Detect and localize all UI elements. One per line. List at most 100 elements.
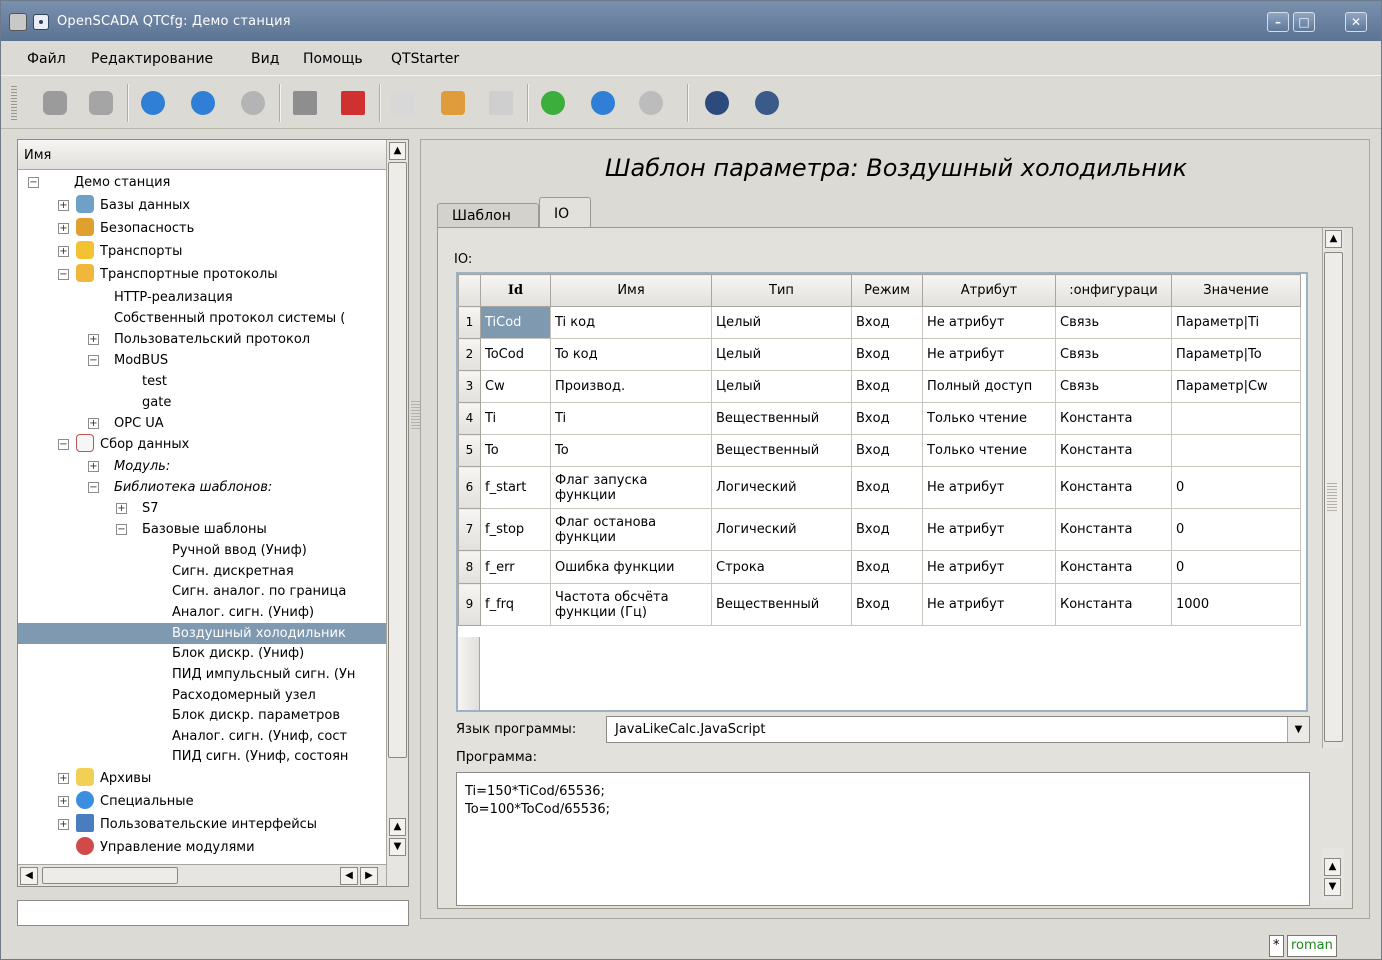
cell-type[interactable]: Вещественный	[711, 583, 852, 626]
db-load-icon[interactable]	[39, 87, 71, 119]
cell-name[interactable]: Флаг останова функции	[550, 508, 712, 551]
expand-icon[interactable]: +	[58, 246, 69, 257]
tree-item[interactable]: + S7	[116, 498, 159, 519]
code-vertical-scrollbar[interactable]: ▲ ▼	[1322, 848, 1344, 900]
table-row[interactable]: 8 f_err Ошибка функции Строка Вход Не атрибут…	[458, 550, 1301, 584]
row-number[interactable]: 4	[458, 402, 481, 435]
table-row[interactable]: 2 ToCod To код Целый Вход Не атрибут Связь Пара…	[458, 338, 1301, 371]
column-header-id[interactable]: Id	[480, 274, 551, 307]
tree-item[interactable]: − Библиотека шаблонов:	[88, 477, 272, 498]
refresh-icon[interactable]	[537, 87, 569, 119]
io-table[interactable]: Id Имя Тип Режим Атрибут :онфигураци Зна…	[456, 272, 1308, 712]
tree-item[interactable]: − Транспортные протоколы	[58, 264, 278, 285]
tree-item[interactable]: Блок дискр. (Униф)	[172, 643, 304, 664]
row-number[interactable]: 1	[458, 306, 481, 339]
delete-item-icon[interactable]	[337, 87, 369, 119]
cell-attribute[interactable]: Не атрибут	[922, 306, 1056, 339]
cell-name[interactable]: Ti код	[550, 306, 712, 339]
table-row[interactable]: 4 Ti Ti Вещественный Вход Только чтение Конста…	[458, 402, 1301, 435]
add-item-icon[interactable]	[289, 87, 321, 119]
cell-id[interactable]: ToCod	[480, 338, 551, 371]
cell-configuration[interactable]: Константа	[1055, 466, 1172, 509]
collapse-icon[interactable]: −	[88, 482, 99, 493]
tree-item[interactable]: − Сбор данных	[58, 434, 189, 455]
tree-item[interactable]: Аналог. сигн. (Униф)	[172, 602, 314, 623]
tree-item[interactable]: + Базы данных	[58, 195, 190, 216]
expand-icon[interactable]: +	[88, 418, 99, 429]
expand-icon[interactable]: +	[58, 773, 69, 784]
menu-edit[interactable]: Редактирование	[91, 51, 213, 67]
cell-value[interactable]: 1000	[1171, 583, 1301, 626]
tree-item[interactable]: Собственный протокол системы (	[114, 308, 345, 329]
cell-configuration[interactable]: Связь	[1055, 306, 1172, 339]
scroll-left-icon[interactable]: ◀	[340, 867, 358, 885]
column-header-attribute[interactable]: Атрибут	[922, 274, 1056, 307]
tree-item[interactable]: Аналог. сигн. (Униф, сост	[172, 726, 347, 747]
scroll-right-icon[interactable]: ▶	[360, 867, 378, 885]
tab-template[interactable]: Шаблон	[437, 203, 539, 228]
cell-id[interactable]: To	[480, 434, 551, 467]
qtstarter-icon[interactable]	[701, 87, 733, 119]
cell-id[interactable]: f_start	[480, 466, 551, 509]
cell-mode[interactable]: Вход	[851, 370, 923, 403]
tree-item[interactable]: + OPC UA	[88, 413, 164, 434]
cell-configuration[interactable]: Константа	[1055, 402, 1172, 435]
row-number[interactable]: 9	[458, 583, 481, 626]
tree-item[interactable]: ПИД импульсный сигн. (Ун	[172, 664, 355, 685]
collapse-icon[interactable]: −	[88, 355, 99, 366]
navigation-tree[interactable]: Имя − Демо станция + Базы данных + Безопасн…	[17, 139, 409, 887]
cell-mode[interactable]: Вход	[851, 338, 923, 371]
table-row[interactable]: 1 TiCod Ti код Целый Вход Не атрибут Связь Пара…	[458, 306, 1301, 339]
tree-item[interactable]: HTTP-реализация	[114, 287, 233, 308]
cell-id[interactable]: TiCod	[480, 306, 551, 339]
tree-item[interactable]: Управление модулями	[58, 837, 255, 858]
cell-id[interactable]: f_stop	[480, 508, 551, 551]
cell-attribute[interactable]: Только чтение	[922, 402, 1056, 435]
cell-configuration[interactable]: Константа	[1055, 508, 1172, 551]
tree-item[interactable]: − ModBUS	[88, 350, 168, 371]
table-row[interactable]: 5 To To Вещественный Вход Только чтение Конста…	[458, 434, 1301, 467]
cell-name[interactable]: Ошибка функции	[550, 550, 712, 584]
cell-type[interactable]: Целый	[711, 370, 852, 403]
cell-mode[interactable]: Вход	[851, 583, 923, 626]
cell-id[interactable]: f_frq	[480, 583, 551, 626]
collapse-icon[interactable]: −	[116, 524, 127, 535]
cell-mode[interactable]: Вход	[851, 306, 923, 339]
cell-id[interactable]: Cw	[480, 370, 551, 403]
cell-mode[interactable]: Вход	[851, 402, 923, 435]
splitter-handle[interactable]	[1327, 483, 1337, 513]
copy-icon[interactable]	[387, 87, 419, 119]
cell-name[interactable]: To код	[550, 338, 712, 371]
table-row[interactable]: 6 f_start Флаг запуска функции Логический Вх…	[458, 466, 1301, 509]
cell-type[interactable]: Логический	[711, 466, 852, 509]
expand-icon[interactable]: +	[58, 223, 69, 234]
start-icon[interactable]	[587, 87, 619, 119]
maximize-button[interactable]: □	[1293, 12, 1315, 32]
cell-type[interactable]: Вещественный	[711, 434, 852, 467]
scrollbar-thumb[interactable]	[42, 867, 178, 884]
cell-configuration[interactable]: Константа	[1055, 434, 1172, 467]
scroll-up-icon[interactable]: ▲	[389, 818, 406, 836]
table-row[interactable]: 9 f_frq Частота обсчёта функции (Гц) Вещест…	[458, 583, 1301, 626]
cell-configuration[interactable]: Связь	[1055, 338, 1172, 371]
cell-attribute[interactable]: Только чтение	[922, 434, 1056, 467]
cell-attribute[interactable]: Полный доступ	[922, 370, 1056, 403]
paste-icon[interactable]	[485, 87, 517, 119]
expand-icon[interactable]: +	[88, 461, 99, 472]
row-number[interactable]: 8	[458, 550, 481, 584]
table-row[interactable]: 3 Cw Производ. Целый Вход Полный доступ Связь П…	[458, 370, 1301, 403]
row-number[interactable]: 6	[458, 466, 481, 509]
tab-io[interactable]: IO	[539, 197, 591, 228]
tree-horizontal-scrollbar[interactable]: ◀ ◀ ▶	[18, 864, 386, 886]
cell-configuration[interactable]: Связь	[1055, 370, 1172, 403]
cell-value[interactable]: 0	[1171, 466, 1301, 509]
tree-item[interactable]: + Транспорты	[58, 241, 182, 262]
cell-value[interactable]: Параметр|Ti	[1171, 306, 1301, 339]
cell-value[interactable]: Параметр|Cw	[1171, 370, 1301, 403]
tree-item[interactable]: Сигн. аналог. по граница	[172, 581, 346, 602]
tree-item[interactable]: − Демо станция	[28, 172, 170, 193]
cell-attribute[interactable]: Не атрибут	[922, 466, 1056, 509]
scroll-down-icon[interactable]: ▼	[1324, 878, 1341, 896]
cell-name[interactable]: Производ.	[550, 370, 712, 403]
tree-item[interactable]: ПИД сигн. (Униф, состоян	[172, 746, 348, 767]
